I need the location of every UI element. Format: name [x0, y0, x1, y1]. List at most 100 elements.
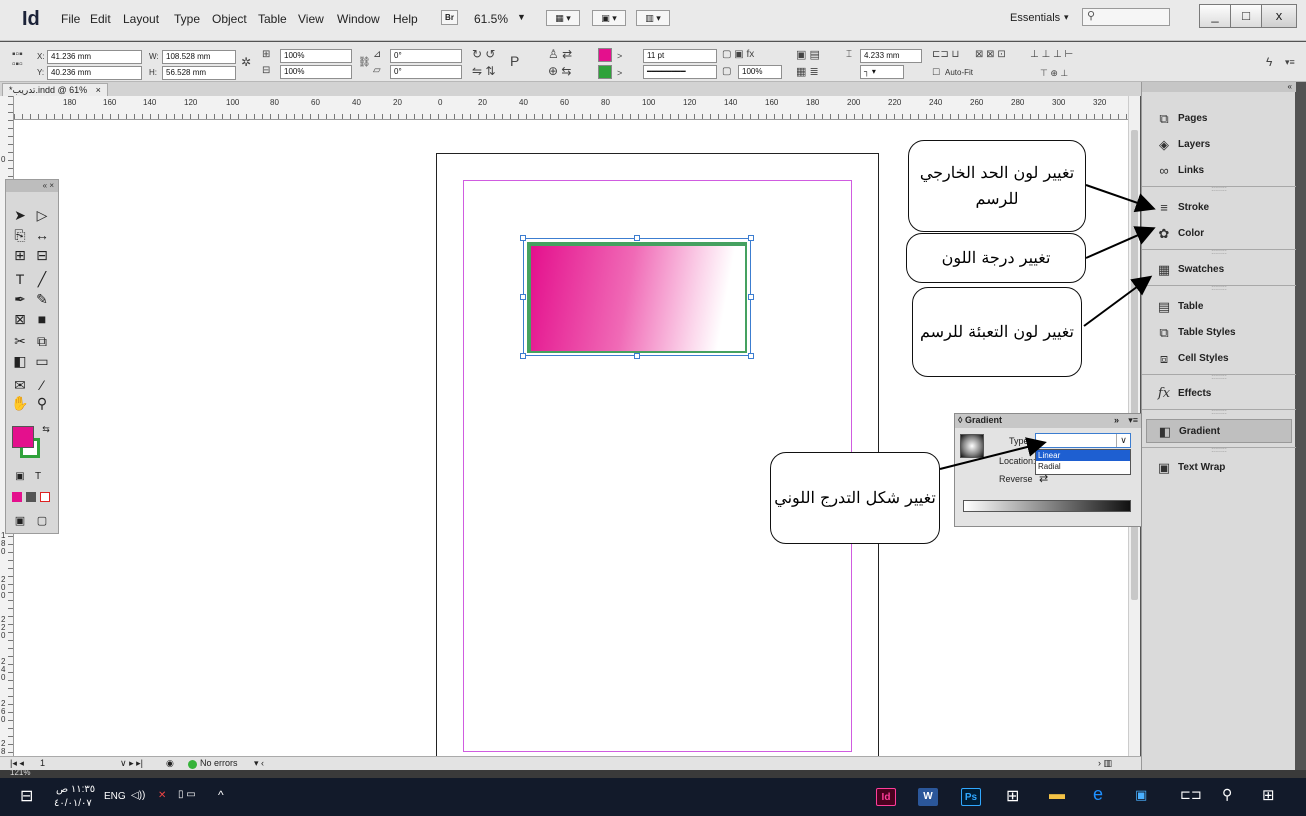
dock-table-styles[interactable]: ⧉ Table Styles [1146, 321, 1292, 345]
pen-tool-icon[interactable]: ✒ [10, 290, 30, 308]
start-icon[interactable]: ⊞ [1262, 786, 1275, 804]
selection-tool-icon[interactable]: ➤ [10, 206, 30, 224]
dock-swatches[interactable]: ▦ Swatches [1146, 258, 1292, 282]
clock-time[interactable]: ١١:٣٥ ص [56, 784, 95, 795]
dock-collapse-icon[interactable]: « [1142, 82, 1296, 92]
workspace-dropdown-icon[interactable]: ▾ [1064, 12, 1069, 23]
reference-point-icon[interactable]: ▪▫▪ ▫▪▫ [12, 50, 23, 70]
menu-object[interactable]: Object [212, 12, 247, 26]
formatting-text-icon[interactable]: T [28, 468, 48, 486]
dock-gradient[interactable]: ◧ Gradient [1146, 419, 1292, 443]
autofit-checkbox[interactable]: ☐ [932, 66, 940, 78]
stroke-weight-field[interactable]: 11 pt [643, 49, 717, 63]
resize-handle[interactable] [520, 353, 526, 359]
arrange-documents-button[interactable]: ▥ ▾ [636, 10, 670, 26]
rectangle-frame-tool-icon[interactable]: ⊠ [10, 310, 30, 328]
resize-handle[interactable] [520, 235, 526, 241]
task-view-icon[interactable]: ⊏⊐ [1180, 787, 1202, 803]
preflight-icon[interactable]: ◉ [166, 757, 174, 770]
preview-mode-icon[interactable]: ▢ [32, 512, 52, 530]
fit-content-icon[interactable]: ⊏⊐ ⊔ [932, 49, 959, 61]
content-placer-icon[interactable]: ⊟ [32, 246, 52, 264]
zoom-level[interactable]: 61.5% [474, 12, 508, 26]
search-input[interactable] [1082, 8, 1170, 26]
gap-tool-icon[interactable]: ↔ [32, 226, 52, 244]
panel-menu-icon[interactable]: ▾≡ [1128, 414, 1138, 427]
dropdown-option-radial[interactable]: Radial [1036, 461, 1130, 472]
document-tab[interactable]: *تدريب.indd @ 61% × [2, 83, 108, 96]
horizontal-scroll-icon[interactable]: › ▥ [1098, 757, 1112, 770]
direct-selection-tool-icon[interactable]: ▷ [32, 206, 52, 224]
clock-date[interactable]: ٤٠/٠١/٠٧ [54, 798, 92, 809]
align-icon[interactable]: ▦ ≣ [796, 66, 819, 78]
apply-gradient-icon[interactable] [26, 492, 36, 502]
formatting-container-icon[interactable]: ▣ [10, 468, 30, 486]
resize-handle[interactable] [748, 294, 754, 300]
chevron-up-icon[interactable]: ^ [218, 788, 224, 802]
free-transform-tool-icon[interactable]: ⧉ [32, 332, 52, 350]
width-field[interactable]: 108.528 mm [162, 50, 236, 64]
resize-handle[interactable] [520, 294, 526, 300]
scroll-thumb[interactable] [1131, 130, 1138, 600]
menu-type[interactable]: Type [174, 12, 200, 26]
resize-handle[interactable] [748, 235, 754, 241]
dock-links[interactable]: ∞ Links [1146, 159, 1292, 183]
volume-icon[interactable]: ◁)) [131, 790, 145, 801]
normal-view-icon[interactable]: ▣ [10, 512, 30, 530]
minimize-button[interactable]: _ [1199, 4, 1231, 28]
distribute-icon[interactable]: ⊥ ⊥ ⊥ ⊢ [1030, 49, 1073, 61]
close-button[interactable]: x [1261, 4, 1297, 28]
dock-stroke[interactable]: ≡ Stroke [1146, 196, 1292, 220]
rectangle-tool-icon[interactable]: ■ [32, 310, 52, 328]
reverse-icon[interactable]: ⇄ [1039, 472, 1048, 485]
chain-link-icon[interactable]: ⛓ [358, 57, 371, 69]
scissors-tool-icon[interactable]: ✂ [10, 332, 30, 350]
rotation-angle-field[interactable]: 0° [390, 49, 462, 63]
menu-window[interactable]: Window [337, 12, 380, 26]
shear-angle-field[interactable]: 0° [390, 65, 462, 79]
dock-cell-styles[interactable]: ⧈ Cell Styles [1146, 347, 1292, 371]
scale-x-field[interactable]: 100% [280, 49, 352, 63]
photoshop-taskbar-icon[interactable]: Ps [961, 788, 981, 806]
gradient-panel-header[interactable]: ◊ Gradient » ▾≡ [955, 414, 1141, 428]
bridge-button[interactable]: Br [441, 10, 458, 25]
screen-mode-button[interactable]: ▣ ▾ [592, 10, 626, 26]
word-taskbar-icon[interactable]: W [918, 788, 938, 806]
gradient-preview[interactable] [960, 434, 984, 458]
dock-effects[interactable]: fx Effects [1146, 382, 1292, 406]
rotate-cw-icon[interactable]: ↻ ↺ [472, 48, 495, 60]
tools-panel-header[interactable]: « × [6, 180, 58, 192]
zoom-tool-icon[interactable]: ⚲ [32, 394, 52, 412]
drop-shadow-icon[interactable]: ▢ ▣ fx [722, 49, 754, 61]
scale-y-field[interactable]: 100% [280, 65, 352, 79]
apply-none-icon[interactable] [40, 492, 50, 502]
gradient-type-dropdown[interactable]: Linear Radial [1035, 449, 1131, 475]
menu-view[interactable]: View [298, 12, 324, 26]
text-wrap-icon[interactable]: ▣ ▤ [796, 49, 820, 61]
pencil-tool-icon[interactable]: ✎ [32, 290, 52, 308]
panel-expand-icon[interactable]: » [1114, 414, 1119, 427]
stroke-swatch[interactable] [598, 65, 612, 79]
gradient-collapse-icon[interactable]: ◊ [958, 415, 962, 425]
fitting-options-icon[interactable]: ⊠ ⊠ ⊡ [975, 49, 1006, 61]
preflight-status[interactable]: No errors [200, 757, 238, 770]
resize-handle[interactable] [634, 353, 640, 359]
panel-menu-icon[interactable]: ▾≡ [1285, 56, 1295, 68]
apply-color-icon[interactable] [12, 492, 22, 502]
indesign-taskbar-icon[interactable]: Id [876, 788, 896, 806]
corner-shape-field[interactable]: ┐ ▾ [860, 65, 904, 79]
swap-colors-icon[interactable]: ⇆ [36, 420, 56, 438]
notification-icon[interactable]: ⊟ [20, 786, 33, 806]
type-tool-icon[interactable]: T [10, 270, 30, 288]
gradient-ramp[interactable] [963, 500, 1131, 512]
settings-app-icon[interactable]: ▣ [1135, 787, 1147, 803]
height-field[interactable]: 56.528 mm [162, 66, 236, 80]
chevron-down-icon[interactable]: ∨ [1116, 434, 1130, 447]
quick-apply-icon[interactable]: ϟ [1266, 56, 1272, 68]
select-container-icon[interactable]: ♙ ⇄ [548, 48, 572, 60]
language-indicator[interactable]: ENG [104, 791, 126, 802]
gradient-feather-tool-icon[interactable]: ▭ [32, 352, 52, 370]
y-position-field[interactable]: 40.236 mm [47, 66, 142, 80]
stroke-type-field[interactable]: ━━━━━━━━ [643, 65, 717, 79]
offset-field[interactable]: 4.233 mm [860, 49, 922, 63]
